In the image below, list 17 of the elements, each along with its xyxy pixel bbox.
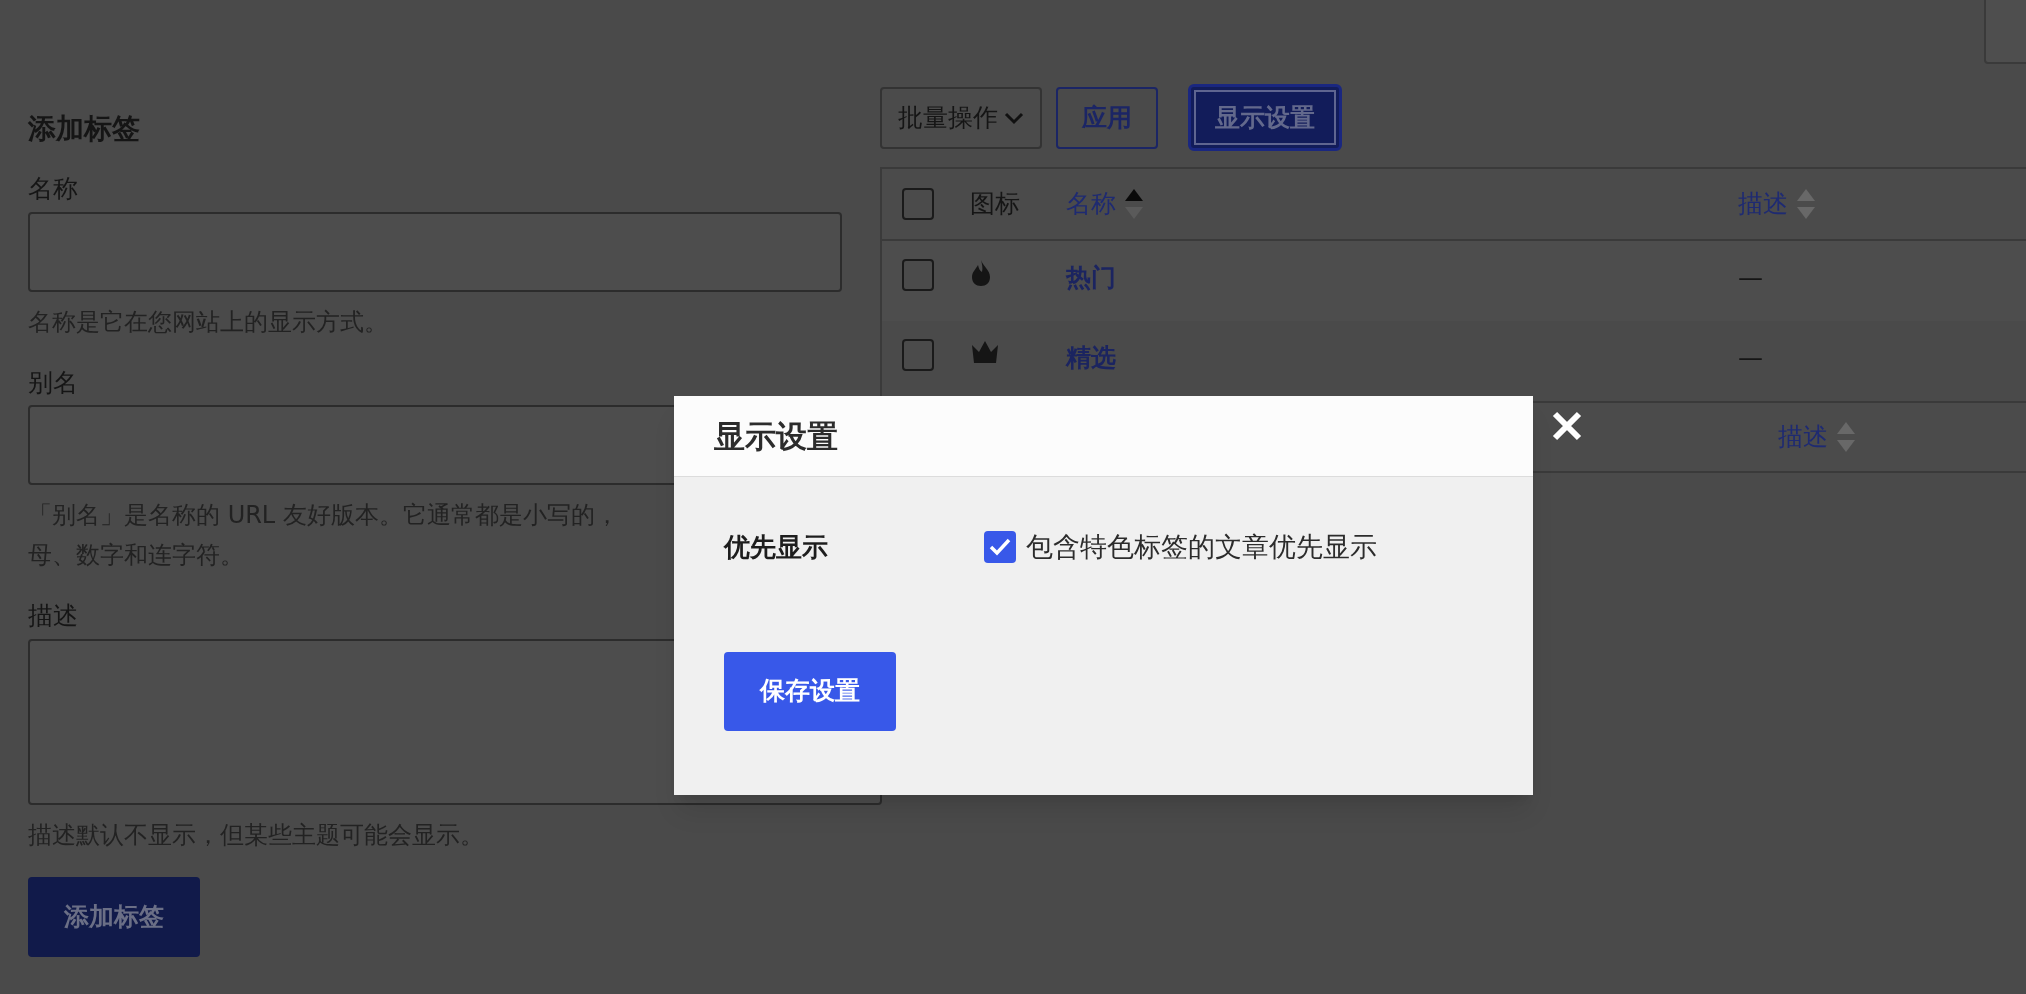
dialog-title: 显示设置 [714, 416, 838, 456]
checkbox-label: 包含特色标签的文章优先显示 [1026, 530, 1377, 564]
display-settings-button[interactable]: 显示设置 [1188, 84, 1342, 151]
flame-icon [970, 259, 992, 287]
close-icon[interactable] [1551, 410, 1583, 442]
chevron-down-icon [1004, 110, 1024, 125]
crown-icon [970, 339, 1000, 365]
text-input-field[interactable] [28, 211, 842, 292]
checkbox[interactable] [902, 188, 934, 220]
setting-label: 优先显示 [724, 530, 829, 564]
save-settings-button[interactable]: 保存设置 [724, 651, 896, 731]
table-cell-text: — [1738, 342, 1763, 374]
table-cell-text: — [1738, 262, 1763, 294]
checkbox[interactable] [902, 259, 934, 291]
checkbox[interactable] [902, 339, 934, 371]
checkbox[interactable] [984, 531, 1016, 564]
add-tag-button[interactable]: 添加标签 [28, 876, 200, 957]
